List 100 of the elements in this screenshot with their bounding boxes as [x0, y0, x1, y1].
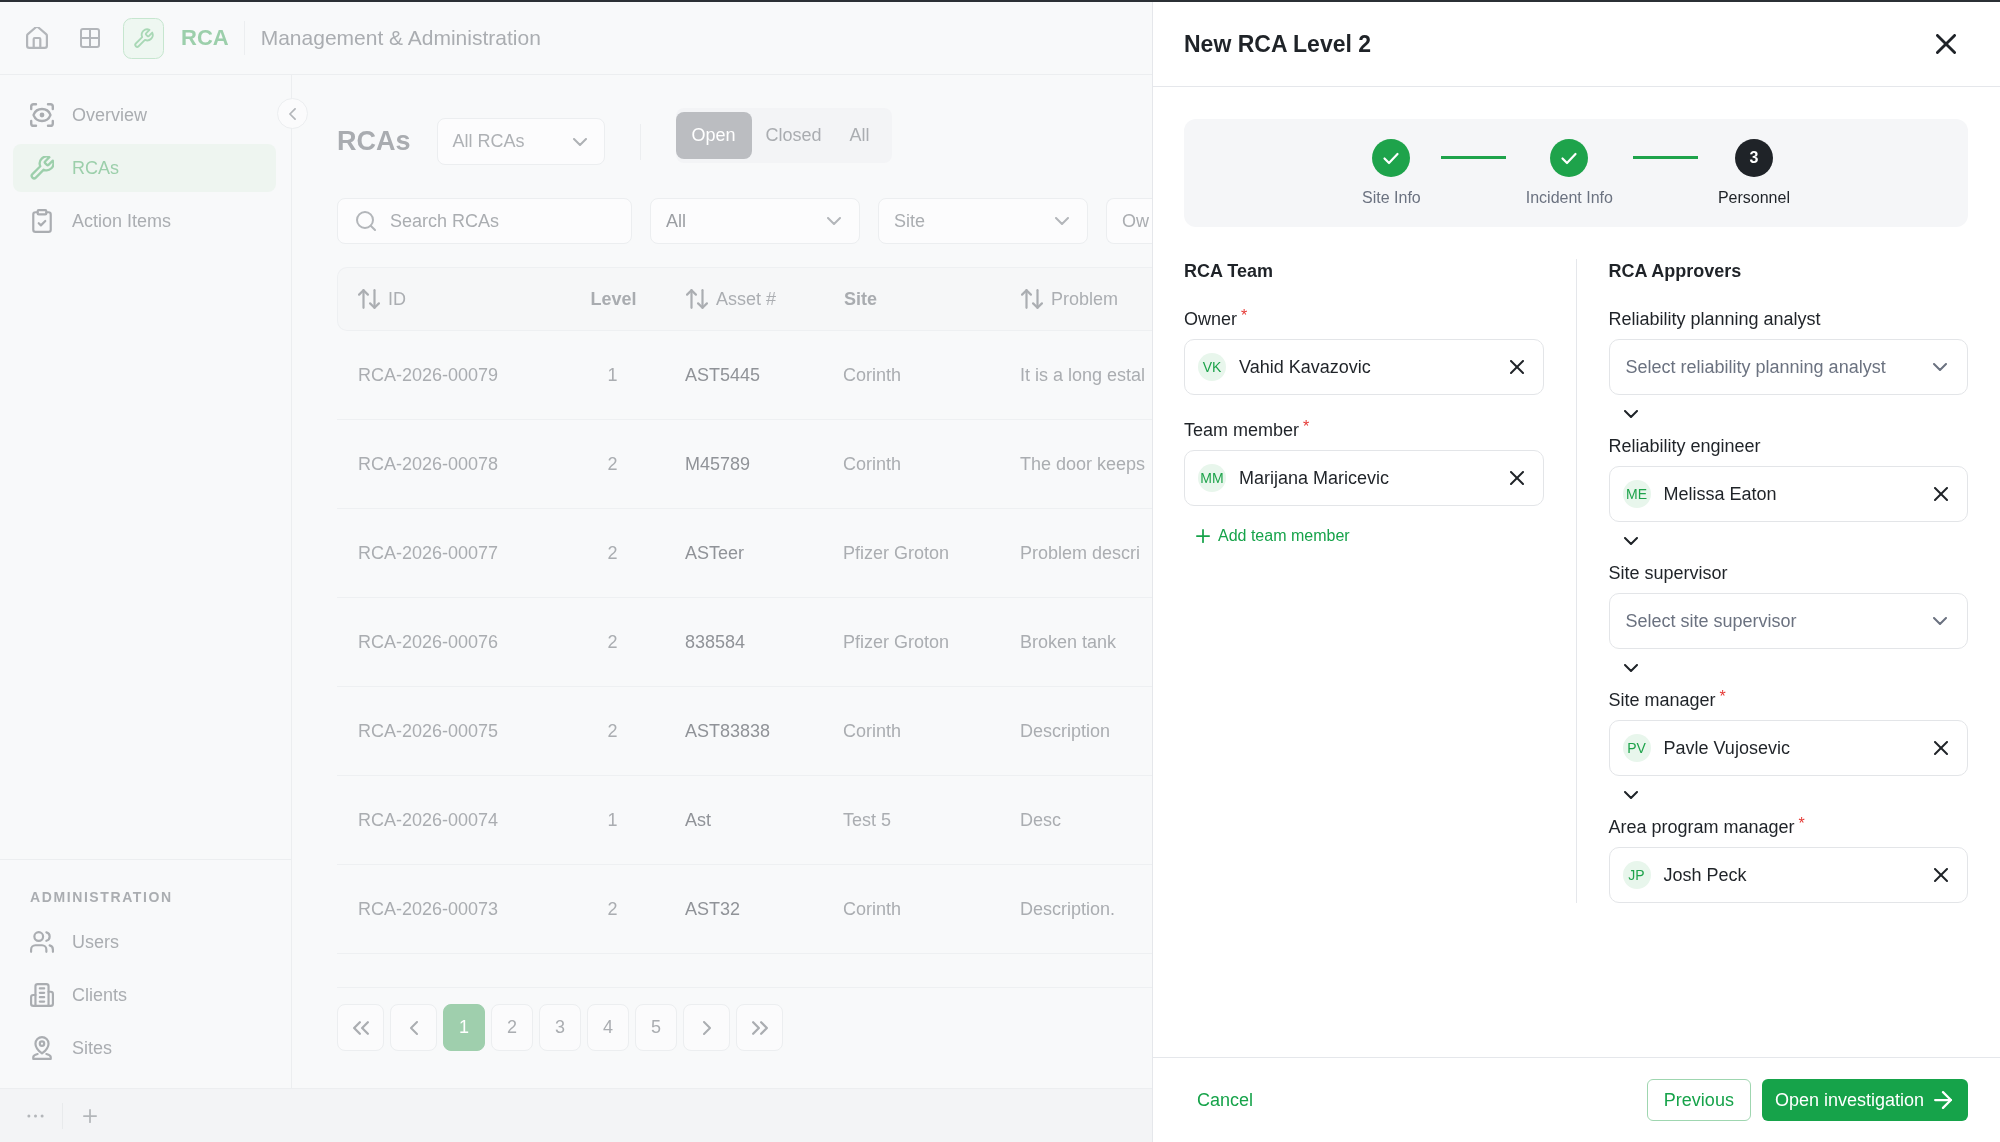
- column-header[interactable]: ID: [338, 288, 561, 310]
- select-field[interactable]: Select reliability planning analyst: [1608, 339, 1968, 395]
- step-label: Site Info: [1362, 188, 1421, 208]
- table-cell-text: Corinth: [842, 720, 903, 742]
- sort-icon: [1021, 289, 1043, 309]
- wrench-icon: [30, 156, 54, 180]
- table-cell-text: 2: [606, 898, 619, 920]
- search-icon: [356, 211, 376, 231]
- page-button[interactable]: 3: [539, 1004, 581, 1051]
- add-team-member-button[interactable]: Add team member: [1196, 525, 1350, 547]
- column-header: Site: [843, 288, 878, 310]
- chevron-down-icon[interactable]: [1623, 537, 1638, 545]
- section-heading: RCA Approvers: [1608, 260, 1743, 283]
- open-investigation-button[interactable]: Open investigation: [1761, 1079, 1968, 1121]
- table-cell-text: ASTeer: [684, 542, 746, 564]
- close-icon[interactable]: [1509, 471, 1524, 485]
- close-icon[interactable]: [1934, 741, 1948, 755]
- cancel-button[interactable]: Cancel: [1184, 1079, 1267, 1121]
- close-icon[interactable]: [1936, 34, 1956, 54]
- page-button[interactable]: 5: [635, 1004, 677, 1051]
- column-header[interactable]: Asset #: [666, 288, 824, 310]
- close-icon[interactable]: [1509, 360, 1524, 374]
- step-connector: [1440, 156, 1506, 159]
- chevron-down-icon: [827, 217, 841, 225]
- chevron-down-icon: [1933, 363, 1947, 371]
- select-field[interactable]: Select site supervisor: [1608, 593, 1968, 649]
- close-icon[interactable]: [1934, 487, 1948, 501]
- page-title: RCAs: [337, 125, 411, 157]
- scope-dropdown[interactable]: All RCAs: [436, 118, 605, 165]
- avatar-initials: MM: [1198, 464, 1226, 492]
- section-heading: RCA Team: [1184, 260, 1274, 283]
- table-cell-text: AST32: [684, 898, 742, 920]
- person-select-field[interactable]: VK Vahid Kavazovic: [1184, 339, 1544, 395]
- status-tab[interactable]: Closed: [751, 112, 836, 159]
- drawer-title: New RCA Level 2: [1184, 30, 1372, 58]
- section-title: Management & Administration: [260, 26, 541, 50]
- search-field[interactable]: Search RCAs: [337, 198, 632, 244]
- required-mark: *: [1303, 419, 1310, 435]
- step-number: 3: [1734, 139, 1773, 177]
- field-label: Reliability planning analyst: [1608, 308, 1821, 330]
- table-cell-text: RCA-2026-00077: [357, 542, 500, 564]
- field-label: Area program manager: [1608, 816, 1795, 838]
- avatar-initials: JP: [1622, 861, 1651, 889]
- person-select-field[interactable]: JP Josh Peck: [1608, 847, 1968, 903]
- page-button[interactable]: 4: [587, 1004, 629, 1051]
- page-button[interactable]: 1: [443, 1004, 485, 1051]
- column-header: Level: [589, 288, 638, 310]
- table-cell-text: Description: [1019, 720, 1112, 742]
- filter-dropdown[interactable]: All: [650, 198, 860, 244]
- users-icon: [30, 930, 54, 954]
- previous-button[interactable]: Previous: [1646, 1079, 1751, 1121]
- field-label: Site manager: [1608, 689, 1716, 711]
- chevron-down-icon[interactable]: [1623, 664, 1638, 672]
- page-button[interactable]: 2: [491, 1004, 533, 1051]
- status-tab[interactable]: All: [835, 112, 884, 159]
- table-cell-text: RCA-2026-00075: [357, 720, 500, 742]
- table-cell-text: 2: [606, 720, 619, 742]
- chevron-down-icon[interactable]: [1623, 791, 1638, 799]
- table-cell-text: Test 5: [842, 809, 893, 831]
- person-select-field[interactable]: ME Melissa Eaton: [1608, 466, 1968, 522]
- sidebar-item[interactable]: Sites: [13, 1024, 276, 1072]
- table-cell-text: Broken tank: [1019, 631, 1118, 653]
- sort-icon: [358, 289, 380, 309]
- close-icon[interactable]: [1934, 868, 1948, 882]
- chevron-down-icon[interactable]: [1623, 410, 1638, 418]
- status-tab[interactable]: Open: [675, 112, 752, 159]
- required-mark: *: [1798, 816, 1805, 832]
- sidebar-item[interactable]: Action Items: [13, 197, 276, 245]
- map-pin-icon: [30, 1036, 54, 1060]
- table-cell-text: 1: [606, 364, 619, 386]
- field-label: Site supervisor: [1608, 562, 1728, 584]
- section-heading: ADMINISTRATION: [30, 889, 174, 906]
- wrench-icon: [123, 17, 164, 59]
- table-cell-text: It is a long estal: [1019, 364, 1147, 386]
- column-header[interactable]: Problem: [1001, 288, 1152, 310]
- step-label: Incident Info: [1525, 188, 1613, 208]
- table-cell-text: AST83838: [684, 720, 772, 742]
- chevrons-left-icon: [352, 1020, 369, 1035]
- sidebar-item[interactable]: Users: [13, 918, 276, 966]
- table-cell-text: 2: [606, 542, 619, 564]
- site-dropdown[interactable]: Site: [878, 198, 1088, 244]
- table-cell-text: Ast: [684, 809, 712, 831]
- sidebar-item[interactable]: RCAs: [13, 144, 276, 192]
- avatar-initials: ME: [1622, 480, 1651, 508]
- required-mark: *: [1719, 689, 1726, 705]
- sort-icon: [686, 289, 708, 309]
- chevron-down-icon: [1055, 217, 1069, 225]
- avatar-initials: PV: [1622, 734, 1651, 762]
- field-label: Team member: [1184, 419, 1300, 441]
- arrow-right-icon: [1934, 1091, 1952, 1109]
- plus-icon: [1196, 529, 1210, 543]
- person-select-field[interactable]: MM Marijana Maricevic: [1184, 450, 1544, 506]
- sidebar-item[interactable]: Overview: [13, 91, 276, 139]
- chevron-left-icon: [289, 107, 296, 120]
- required-mark: *: [1241, 308, 1248, 324]
- sidebar-item[interactable]: Clients: [13, 971, 276, 1019]
- eye-icon: [30, 103, 54, 127]
- person-select-field[interactable]: PV Pavle Vujosevic: [1608, 720, 1968, 776]
- filter-field[interactable]: Ow: [1106, 198, 1152, 244]
- chevrons-right-icon: [751, 1020, 768, 1035]
